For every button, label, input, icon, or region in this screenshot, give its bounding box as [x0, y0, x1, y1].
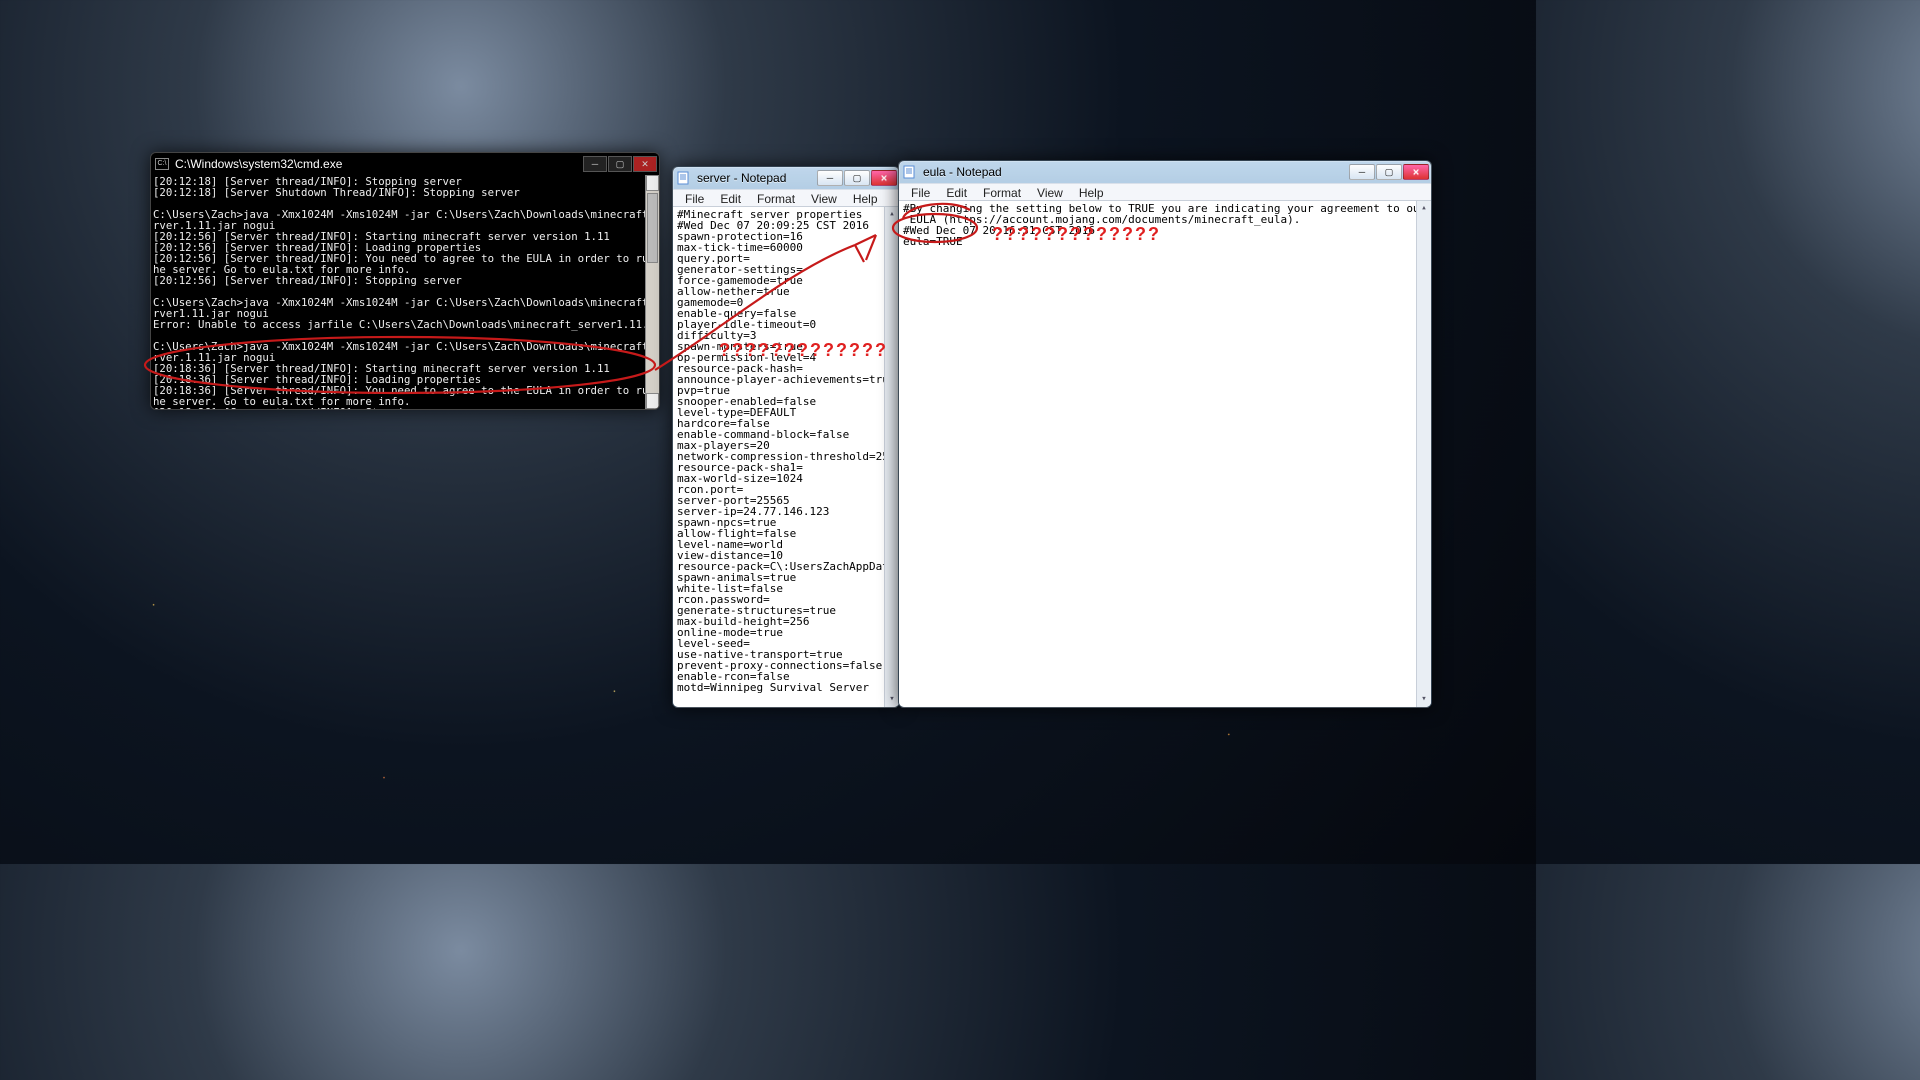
menu-edit[interactable]: Edit — [712, 190, 749, 206]
menu-format[interactable]: Format — [749, 190, 803, 206]
notepad-icon — [677, 171, 691, 185]
notepad-eula-text: #By changing the setting below to TRUE y… — [903, 202, 1426, 248]
cmd-titlebar[interactable]: C:\ C:\Windows\system32\cmd.exe ─ ▢ ✕ — [151, 153, 659, 175]
notepad-eula-title: eula - Notepad — [923, 165, 1002, 179]
menu-edit[interactable]: Edit — [938, 184, 975, 200]
notepad-server-text: #Minecraft server properties #Wed Dec 07… — [677, 208, 899, 694]
maximize-button[interactable]: ▢ — [1376, 164, 1402, 180]
minimize-button[interactable]: ─ — [817, 170, 843, 186]
cmd-window[interactable]: C:\ C:\Windows\system32\cmd.exe ─ ▢ ✕ [2… — [150, 152, 660, 410]
scrollbar[interactable] — [884, 207, 899, 707]
menu-format[interactable]: Format — [975, 184, 1029, 200]
menu-file[interactable]: File — [677, 190, 712, 206]
notepad-eula-menubar[interactable]: File Edit Format View Help — [899, 183, 1431, 201]
notepad-icon — [903, 165, 917, 179]
menu-view[interactable]: View — [1029, 184, 1071, 200]
notepad-server-titlebar[interactable]: server - Notepad ─ ▢ ✕ — [673, 167, 899, 189]
maximize-button[interactable]: ▢ — [608, 156, 632, 172]
close-button[interactable]: ✕ — [1403, 164, 1429, 180]
cmd-title-text: C:\Windows\system32\cmd.exe — [175, 157, 342, 171]
menu-help[interactable]: Help — [845, 190, 886, 206]
minimize-button[interactable]: ─ — [583, 156, 607, 172]
notepad-server-body[interactable]: #Minecraft server properties #Wed Dec 07… — [673, 207, 899, 707]
scrollbar-thumb[interactable] — [647, 193, 658, 263]
cmd-text: [20:12:18] [Server thread/INFO]: Stoppin… — [153, 175, 659, 409]
maximize-button[interactable]: ▢ — [844, 170, 870, 186]
notepad-server-title: server - Notepad — [697, 171, 786, 185]
notepad-eula-titlebar[interactable]: eula - Notepad ─ ▢ ✕ — [899, 161, 1431, 183]
notepad-server-window[interactable]: server - Notepad ─ ▢ ✕ File Edit Format … — [672, 166, 900, 708]
notepad-eula-window[interactable]: eula - Notepad ─ ▢ ✕ File Edit Format Vi… — [898, 160, 1432, 708]
menu-view[interactable]: View — [803, 190, 845, 206]
close-button[interactable]: ✕ — [871, 170, 897, 186]
cmd-icon: C:\ — [155, 158, 169, 170]
scrollbar[interactable] — [645, 175, 659, 409]
menu-file[interactable]: File — [903, 184, 938, 200]
close-button[interactable]: ✕ — [633, 156, 657, 172]
notepad-server-menubar[interactable]: File Edit Format View Help — [673, 189, 899, 207]
cmd-output[interactable]: [20:12:18] [Server thread/INFO]: Stoppin… — [151, 175, 659, 409]
menu-help[interactable]: Help — [1071, 184, 1112, 200]
notepad-eula-body[interactable]: #By changing the setting below to TRUE y… — [899, 201, 1431, 707]
scrollbar[interactable] — [1416, 201, 1431, 707]
minimize-button[interactable]: ─ — [1349, 164, 1375, 180]
